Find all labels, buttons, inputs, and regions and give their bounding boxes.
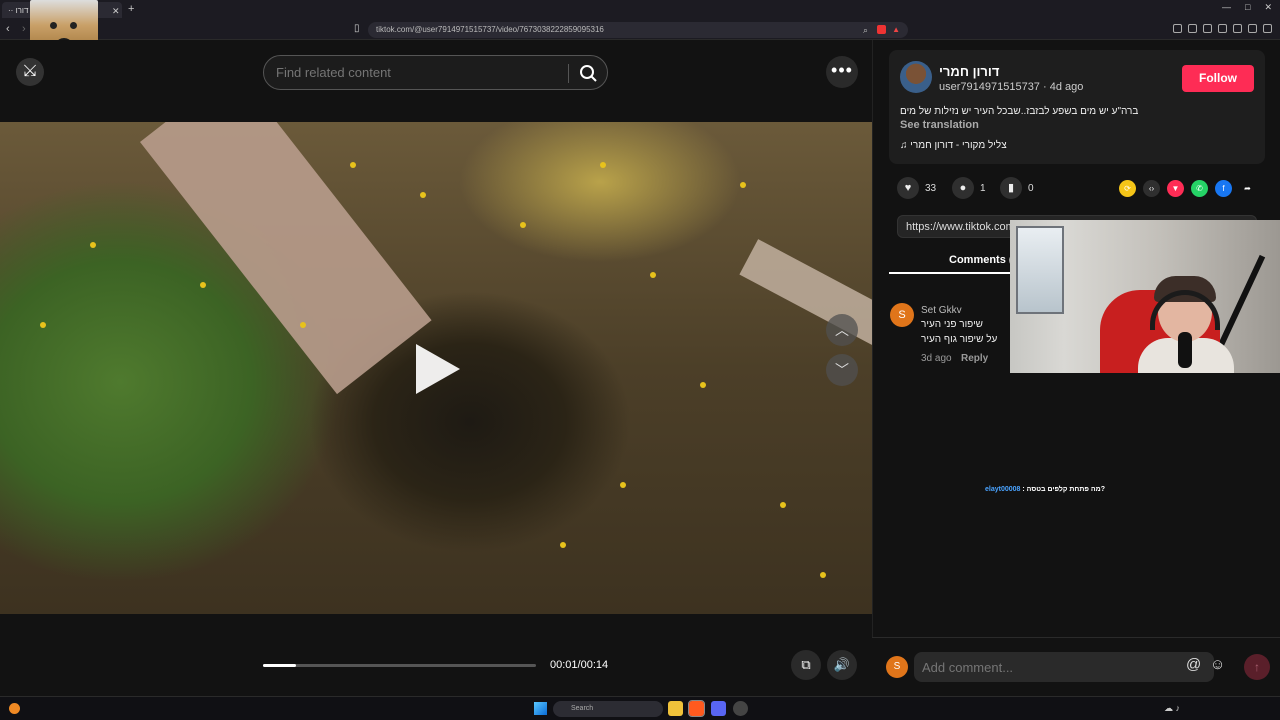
author-avatar[interactable] — [900, 61, 932, 93]
taskbar: Search ☁ ♪ — [0, 696, 1280, 720]
bookmark-icon[interactable]: ▮ — [1000, 177, 1022, 199]
comment-input[interactable] — [914, 652, 1214, 682]
brave-rewards-icon[interactable]: ▲ — [892, 25, 900, 34]
maximize-icon[interactable]: □ — [1245, 2, 1250, 13]
video-player[interactable] — [0, 122, 872, 614]
video-panel: ⤩ ••• ︿ ﹀ 00:01/00:14 ⧉ 🔊 — [0, 40, 872, 696]
webcam-window — [1016, 226, 1064, 314]
chat-text: : מה פתחת קלפים בטסה? — [1022, 486, 1105, 493]
share-icon[interactable]: ➦ — [1239, 180, 1256, 197]
menu-icon[interactable] — [1263, 24, 1272, 33]
extensions-bar — [1173, 24, 1272, 33]
action-bar: ♥ 33 ● 1 ▮ 0 ⟳ ‹› ▼ ✆ f ➦ — [893, 177, 1265, 201]
comment-composer: S @ ☺ ↑ — [872, 637, 1280, 696]
heart-icon[interactable]: ♥ — [897, 177, 919, 199]
follow-button[interactable]: Follow — [1182, 65, 1254, 92]
description-card: דורון חמרי user7914971515737 · 4d ago Fo… — [889, 50, 1265, 164]
brave-shield-icon[interactable] — [877, 25, 886, 34]
comment-time: 3d ago — [921, 353, 952, 364]
brave-browser-icon[interactable] — [688, 700, 705, 717]
related-search — [263, 55, 608, 90]
close-video-button[interactable]: ⤩ — [16, 58, 44, 86]
comment-count: 1 — [980, 182, 986, 194]
tab-close-icon[interactable]: ✕ — [112, 6, 120, 17]
save-count: 0 — [1028, 182, 1034, 194]
concrete-slab — [140, 122, 432, 395]
shield-icon[interactable] — [1248, 24, 1257, 33]
like-count: 33 — [925, 182, 937, 194]
minimize-icon[interactable]: — — [1222, 2, 1231, 13]
volume-button[interactable]: 🔊 — [827, 650, 857, 680]
picture-in-picture-button[interactable]: ⧉ — [791, 650, 821, 680]
post-comment-button[interactable]: ↑ — [1244, 654, 1270, 680]
commenter-name[interactable]: Set Gkkv — [921, 305, 962, 316]
more-options-button[interactable]: ••• — [826, 56, 858, 88]
window-controls: — □ ✕ — [1222, 2, 1272, 13]
next-video-button[interactable]: ﹀ — [826, 354, 858, 386]
comment-text-line2: על שיפור גוף העיר — [921, 334, 998, 345]
embed-icon[interactable]: ‹› — [1143, 180, 1160, 197]
send-icon[interactable]: ▼ — [1167, 180, 1184, 197]
discord-icon[interactable] — [711, 701, 726, 716]
back-icon[interactable]: ‹ — [6, 23, 10, 35]
previous-video-button[interactable]: ︿ — [826, 314, 858, 346]
see-translation-link[interactable]: See translation — [900, 119, 979, 131]
search-input[interactable] — [276, 65, 566, 80]
wallet-icon[interactable] — [1218, 24, 1227, 33]
browser-tabbar: ·· דורו ✕ + — □ ✕ — [0, 0, 1280, 20]
zoom-icon[interactable]: ⌕ — [863, 25, 868, 36]
tab-title: ·· דורו — [8, 6, 29, 15]
reply-button[interactable]: Reply — [961, 353, 988, 364]
comment-action[interactable]: ● 1 — [952, 177, 986, 199]
my-avatar: S — [886, 656, 908, 678]
vpn-icon[interactable] — [1233, 24, 1242, 33]
close-window-icon[interactable]: ✕ — [1264, 2, 1272, 13]
like-action[interactable]: ♥ 33 — [897, 177, 936, 199]
webcam-overlay — [1010, 220, 1280, 373]
emoji-icon[interactable]: ☺ — [1210, 656, 1225, 673]
video-caption: ברה"ע יש מים בשפע לבזבז..שבכל העיר יש נז… — [900, 106, 1139, 117]
comment-text-line1: שיפור פני העיר — [921, 319, 983, 330]
new-tab-button[interactable]: + — [128, 3, 134, 15]
video-time: 00:01/00:14 — [550, 659, 609, 671]
obs-icon[interactable] — [733, 701, 748, 716]
progress-bar[interactable] — [263, 664, 536, 667]
comment-icon[interactable]: ● — [952, 177, 974, 199]
tab-comments[interactable]: Comments ( — [949, 254, 1013, 266]
facebook-icon[interactable]: f — [1215, 180, 1232, 197]
bookmark-icon[interactable]: ▯ — [354, 23, 360, 34]
author-handle[interactable]: user7914971515737 · 4d ago — [939, 81, 1083, 93]
sidebar-icon[interactable] — [1203, 24, 1212, 33]
repost-icon[interactable]: ⟳ — [1119, 180, 1136, 197]
widgets-icon[interactable] — [9, 703, 20, 714]
taskbar-search[interactable]: Search — [553, 701, 663, 717]
microphone — [1178, 332, 1192, 368]
chat-username: elayt00008 — [985, 486, 1021, 493]
start-icon[interactable] — [534, 702, 547, 715]
stream-chat-message: elayt00008 : מה פתחת קלפים בטסה? — [985, 486, 1105, 493]
search-icon[interactable] — [578, 63, 598, 83]
whatsapp-icon[interactable]: ✆ — [1191, 180, 1208, 197]
system-tray[interactable]: ☁ ♪ — [1164, 703, 1180, 714]
commenter-avatar[interactable]: S — [890, 303, 914, 327]
url-text: tiktok.com/@user7914971515737/video/7673… — [376, 25, 604, 34]
progress-fill — [263, 664, 296, 667]
search-divider — [568, 64, 569, 83]
address-bar[interactable]: tiktok.com/@user7914971515737/video/7673… — [368, 22, 908, 38]
file-explorer-icon[interactable] — [668, 701, 683, 716]
extension-icon[interactable] — [1173, 24, 1182, 33]
author-name[interactable]: דורון חמרי — [939, 64, 999, 79]
save-action[interactable]: ▮ 0 — [1000, 177, 1034, 199]
music-icon[interactable] — [1188, 24, 1197, 33]
play-icon[interactable] — [416, 344, 460, 394]
forward-icon[interactable]: › — [22, 23, 26, 35]
browser-toolbar: ‹ › ▯ tiktok.com/@user7914971515737/vide… — [0, 20, 1280, 40]
sound-link[interactable]: ♫ צליל מקורי - דורון חמרי — [900, 140, 1007, 151]
mention-icon[interactable]: @ — [1186, 656, 1201, 673]
